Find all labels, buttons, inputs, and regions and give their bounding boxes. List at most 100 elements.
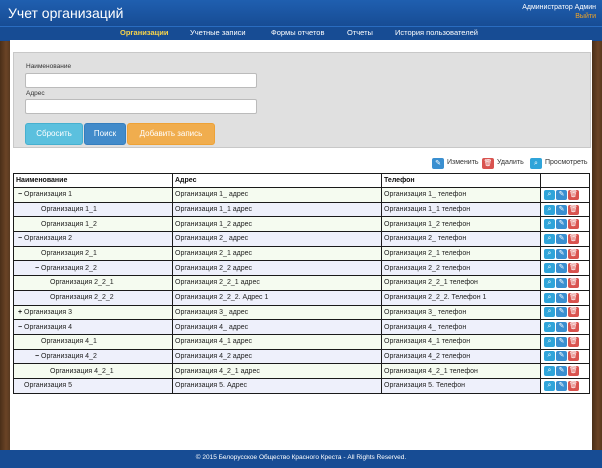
trash-icon[interactable]: 🗑 [568,248,579,259]
table-row[interactable]: Организация 1_2 Организация 1_2 адрес Орга… [13,216,590,233]
table-row[interactable]: Организация 4_1 Организация 4_1 адрес Орга… [13,333,590,350]
org-name: Организация 3 [24,308,73,316]
tree-toggle-icon[interactable]: − [16,324,24,331]
pencil-icon[interactable]: ✎ [556,336,567,347]
search-icon[interactable]: ⌕ [544,263,555,274]
table-row[interactable]: − Организация 2 Организация 2_ адрес Органи… [13,231,590,247]
tree-toggle-icon[interactable]: + [16,309,24,316]
cell-actions: ⌕ ✎ 🗑 [540,289,590,306]
cell-name: Организация 4_2_1 [13,363,173,379]
filter-form: Наименование Адрес Сбросить Поиск Добави… [13,52,591,148]
cell-phone: Организация 5. Телефон [381,377,541,394]
search-icon[interactable]: ⌕ [544,189,555,200]
pencil-icon[interactable]: ✎ [556,380,567,391]
org-name: Организация 2_2_2 [50,294,114,302]
pencil-icon[interactable]: ✎ [556,219,567,230]
cell-phone: Организация 4_1 телефон [381,333,541,350]
table-row[interactable]: Организация 2_2_2 Организация 2_2_2. Адре… [13,289,590,306]
search-icon[interactable]: ⌕ [544,322,555,333]
col-header-address[interactable]: Адрес [172,173,382,188]
trash-icon[interactable]: 🗑 [568,219,579,230]
trash-icon[interactable]: 🗑 [568,233,579,244]
tree-toggle-icon[interactable]: − [33,353,41,360]
reset-button[interactable]: Сбросить [25,123,83,145]
nav-user-history[interactable]: История пользователей [395,28,478,37]
pencil-icon[interactable]: ✎ [556,233,567,244]
cell-phone: Организация 2_1 телефон [381,245,541,262]
nav-organizations[interactable]: Организации [120,28,168,37]
search-icon[interactable]: ⌕ [544,248,555,259]
tree-toggle-icon[interactable]: − [33,265,41,272]
org-name: Организация 2 [24,235,73,243]
org-name: Организация 2_1 [41,250,97,258]
col-header-phone[interactable]: Телефон [381,173,541,188]
search-icon[interactable]: ⌕ [544,219,555,230]
trash-icon[interactable]: 🗑 [568,277,579,288]
cell-name: Организация 1_1 [13,201,173,218]
cell-name: − Организация 4_2 [13,348,173,365]
search-icon[interactable]: ⌕ [544,307,555,318]
tree-toggle-icon[interactable]: − [16,235,24,242]
address-input[interactable] [25,99,257,114]
trash-icon[interactable]: 🗑 [568,307,579,318]
trash-icon[interactable]: 🗑 [568,366,579,377]
pencil-icon[interactable]: ✎ [556,277,567,288]
logout-link[interactable]: Выйти [522,12,596,21]
table-row[interactable]: Организация 4_2_1 Организация 4_2_1 адрес… [13,363,590,379]
table-row[interactable]: − Организация 4_2 Организация 4_2 адрес Орг… [13,348,590,365]
table-row[interactable]: + Организация 3 Организация 3_ адрес Органи… [13,304,590,321]
pencil-icon[interactable]: ✎ [556,204,567,215]
search-icon[interactable]: ⌕ [544,233,555,244]
col-header-name[interactable]: Наименование [13,173,173,188]
nav-reports[interactable]: Отчеты [347,28,373,37]
search-icon[interactable]: ⌕ [544,336,555,347]
pencil-icon[interactable]: ✎ [556,366,567,377]
pencil-icon[interactable]: ✎ [556,351,567,362]
trash-icon[interactable]: 🗑 [568,189,579,200]
organizations-table: Наименование Адрес Телефон − Организация … [13,173,590,394]
nav-report-forms[interactable]: Формы отчетов [271,28,324,37]
user-name: Администратор Админ [522,4,596,11]
name-input[interactable] [25,73,257,88]
add-record-button[interactable]: Добавить запись [127,123,215,145]
trash-icon[interactable]: 🗑 [568,336,579,347]
legend-delete-label: Удалить [497,159,524,166]
trash-icon[interactable]: 🗑 [568,322,579,333]
search-icon[interactable]: ⌕ [544,277,555,288]
table-row[interactable]: Организация 2_1 Организация 2_1 адрес Орга… [13,245,590,262]
table-row[interactable]: Организация 1_1 Организация 1_1 адрес Орга… [13,201,590,218]
pencil-icon: ✎ [432,158,444,169]
cell-address: Организация 2_2 адрес [172,260,382,277]
cell-name: Организация 4_1 [13,333,173,350]
table-row[interactable]: − Организация 2_2 Организация 2_2 адрес Орг… [13,260,590,277]
pencil-icon[interactable]: ✎ [556,189,567,200]
org-name: Организация 4 [24,323,73,331]
table-row[interactable]: − Организация 1 Организация 1_ адрес Органи… [13,187,590,203]
pencil-icon[interactable]: ✎ [556,322,567,333]
table-row[interactable]: Организация 2_2_1 Организация 2_2_1 адрес… [13,275,590,291]
search-icon[interactable]: ⌕ [544,292,555,303]
trash-icon[interactable]: 🗑 [568,292,579,303]
search-icon[interactable]: ⌕ [544,366,555,377]
trash-icon[interactable]: 🗑 [568,263,579,274]
nav-accounts[interactable]: Учетные записи [190,28,246,37]
search-button[interactable]: Поиск [84,123,126,145]
trash-icon[interactable]: 🗑 [568,351,579,362]
pencil-icon[interactable]: ✎ [556,307,567,318]
app-title: Учет организаций [8,5,124,21]
search-icon[interactable]: ⌕ [544,380,555,391]
cell-name: − Организация 4 [13,319,173,335]
table-row[interactable]: Организация 5 Организация 5. Адрес Организ… [13,377,590,394]
trash-icon[interactable]: 🗑 [568,380,579,391]
trash-icon[interactable]: 🗑 [568,204,579,215]
search-icon[interactable]: ⌕ [544,204,555,215]
table-row[interactable]: − Организация 4 Организация 4_ адрес Органи… [13,319,590,335]
search-icon[interactable]: ⌕ [544,351,555,362]
main-content: Наименование Адрес Сбросить Поиск Добави… [10,40,592,450]
pencil-icon[interactable]: ✎ [556,248,567,259]
pencil-icon[interactable]: ✎ [556,292,567,303]
tree-toggle-icon[interactable]: − [16,191,24,198]
pencil-icon[interactable]: ✎ [556,263,567,274]
cell-phone: Организация 1_1 телефон [381,201,541,218]
cell-name: − Организация 2 [13,231,173,247]
